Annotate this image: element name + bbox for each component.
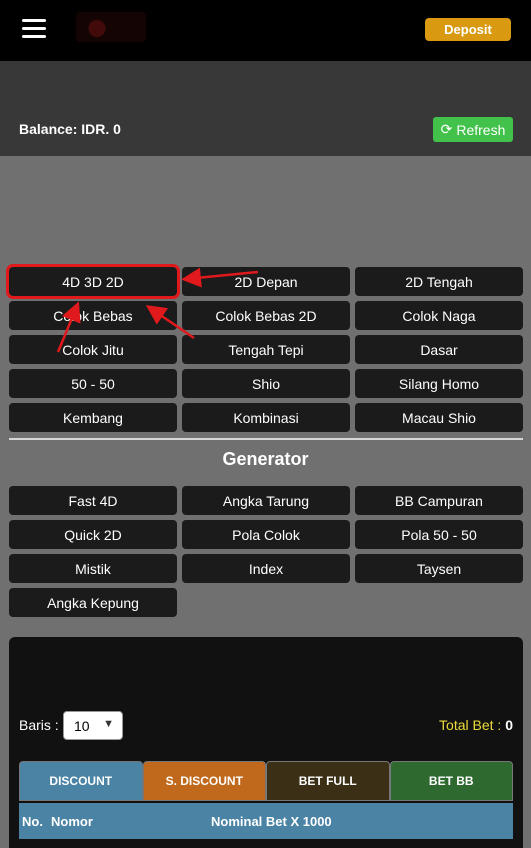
top-bar: Deposit	[0, 0, 531, 61]
game-button[interactable]: Colok Naga	[355, 301, 523, 330]
tab-s-discount[interactable]: S. DISCOUNT	[142, 761, 266, 801]
bet-tabs: DISCOUNT S. DISCOUNT BET FULL BET BB	[19, 761, 513, 801]
game-button[interactable]: Colok Bebas 2D	[182, 301, 350, 330]
balance-label: Balance: IDR. 0	[19, 121, 121, 137]
total-bet: Total Bet : 0	[439, 717, 513, 733]
total-bet-value: 0	[505, 717, 513, 733]
section-divider	[9, 438, 523, 440]
baris-value: 10	[74, 717, 90, 734]
column-no: No.	[22, 813, 43, 829]
refresh-button[interactable]: ⟳ Refresh	[433, 117, 513, 142]
column-nomor: Nomor	[51, 813, 93, 829]
game-button[interactable]: 50 - 50	[9, 369, 177, 398]
game-button[interactable]: Macau Shio	[355, 403, 523, 432]
game-button[interactable]: Kombinasi	[182, 403, 350, 432]
refresh-icon: ⟳	[440, 121, 453, 137]
game-button[interactable]: Kembang	[9, 403, 177, 432]
chevron-down-icon: ▼	[103, 718, 114, 730]
refresh-label: Refresh	[456, 121, 506, 138]
column-nominal: Nominal Bet X 1000	[211, 813, 332, 829]
bet-panel: Baris : 10 ▼ Total Bet : 0 DISCOUNT S. D…	[9, 637, 523, 848]
generator-grid: Fast 4D Angka Tarung BB Campuran Quick 2…	[9, 486, 523, 617]
generator-button[interactable]: Taysen	[355, 554, 523, 583]
deposit-button[interactable]: Deposit	[425, 18, 511, 41]
generator-button[interactable]: Quick 2D	[9, 520, 177, 549]
generator-button[interactable]: Fast 4D	[9, 486, 177, 515]
game-button[interactable]: Colok Bebas	[9, 301, 177, 330]
generator-button[interactable]: BB Campuran	[355, 486, 523, 515]
tab-bet-bb[interactable]: BET BB	[389, 761, 513, 801]
game-button[interactable]: 2D Tengah	[355, 267, 523, 296]
game-button[interactable]: Colok Jitu	[9, 335, 177, 364]
generator-button[interactable]: Index	[182, 554, 350, 583]
tab-discount[interactable]: DISCOUNT	[19, 761, 143, 801]
game-button[interactable]: Dasar	[355, 335, 523, 364]
bet-table-header: No. Nomor Nominal Bet X 1000	[19, 803, 513, 839]
game-type-grid: 4D 3D 2D 2D Depan 2D Tengah Colok Bebas …	[6, 264, 523, 432]
total-bet-label: Total Bet :	[439, 717, 506, 733]
menu-icon[interactable]	[22, 19, 46, 39]
game-button[interactable]: Shio	[182, 369, 350, 398]
generator-title: Generator	[222, 449, 309, 469]
game-button[interactable]: Tengah Tepi	[182, 335, 350, 364]
generator-button[interactable]: Angka Kepung	[9, 588, 177, 617]
generator-button[interactable]: Pola 50 - 50	[355, 520, 523, 549]
balance-bar: Balance: IDR. 0 ⟳ Refresh	[0, 61, 531, 156]
tab-bet-full[interactable]: BET FULL	[266, 761, 390, 801]
baris-label: Baris :	[19, 717, 59, 733]
game-button[interactable]: 2D Depan	[182, 267, 350, 296]
baris-select[interactable]: 10 ▼	[63, 711, 123, 740]
generator-button[interactable]: Angka Tarung	[182, 486, 350, 515]
game-button[interactable]: Silang Homo	[355, 369, 523, 398]
game-button[interactable]: 4D 3D 2D	[6, 264, 180, 299]
generator-button[interactable]: Pola Colok	[182, 520, 350, 549]
site-logo[interactable]	[76, 12, 146, 42]
generator-button[interactable]: Mistik	[9, 554, 177, 583]
